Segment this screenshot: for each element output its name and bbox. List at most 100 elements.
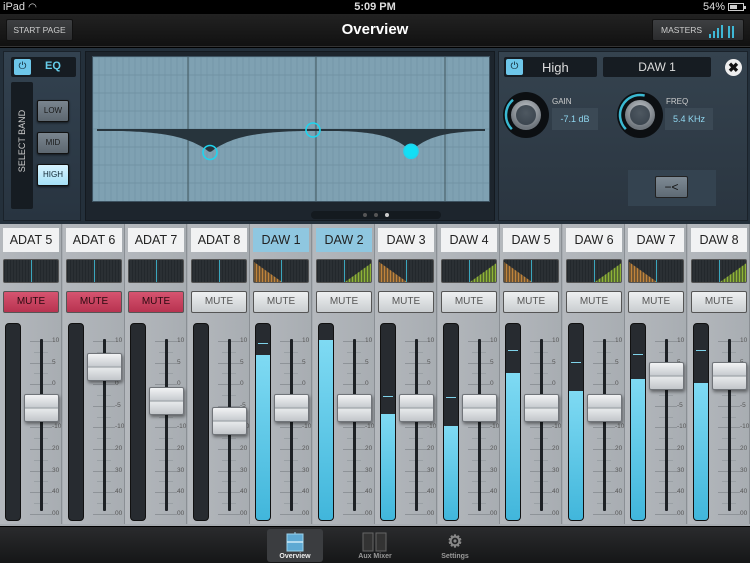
pan-control[interactable] [378,259,434,283]
scale-label: 20 [177,445,185,452]
band-mid-button[interactable]: MID [37,132,69,154]
fader-handle[interactable] [712,361,747,390]
fader-handle[interactable] [649,361,684,390]
mute-button[interactable]: MUTE [503,291,559,313]
pan-control[interactable] [503,259,559,283]
channel-name-button[interactable]: ADAT 5 [3,228,59,252]
scale-label: 20 [115,445,123,452]
mute-button[interactable]: MUTE [128,291,184,313]
title-bar: START PAGE Overview MASTERS [0,14,750,47]
mute-button[interactable]: MUTE [316,291,372,313]
mute-button[interactable]: MUTE [191,291,247,313]
pan-control[interactable] [691,259,747,283]
channel-name-button[interactable]: DAW 2 [316,228,372,252]
channel-name-button[interactable]: DAW 3 [378,228,434,252]
level-meter [380,323,396,521]
fader-handle[interactable] [87,352,122,381]
meter-level [631,378,645,520]
tab-overview-label: Overview [279,553,311,560]
fader-handle[interactable] [587,393,622,422]
mute-button[interactable]: MUTE [441,291,497,313]
fader-handle[interactable] [274,393,309,422]
fader-track [290,339,293,511]
scale-label: 40 [52,488,60,496]
fader-handle[interactable] [212,406,247,435]
masters-button[interactable]: MASTERS [652,19,744,41]
band-power-button[interactable]: ⏻ [506,59,523,75]
channel-name-button[interactable]: DAW 4 [441,228,497,252]
tab-aux-mixer-label: Aux Mixer [358,553,392,560]
pan-control[interactable] [316,259,372,283]
scale-label: 30 [240,466,248,474]
band-editor: ⏻ High DAW 1 ✖ GAIN -7.1 dB FREQ 5.4 KHz… [498,51,748,221]
tab-overview[interactable]: Overview [267,529,323,562]
mute-button[interactable]: MUTE [3,291,59,313]
channel-name-button[interactable]: DAW 7 [628,228,684,252]
select-band-label: SELECT BAND [17,109,27,173]
channel-strip: DAW 2 MUTE 1050-5-1020304000 [313,224,375,524]
pan-control[interactable] [3,259,59,283]
freq-label: FREQ [666,97,689,106]
pan-control[interactable] [128,259,184,283]
pan-control[interactable] [191,259,247,283]
gain-knob[interactable] [503,92,549,138]
meter-peak-hold [633,354,643,356]
scale-label: 5 [240,358,244,366]
pan-control[interactable] [253,259,309,283]
page-dot-2[interactable] [374,213,378,217]
close-icon[interactable]: ✖ [725,59,742,76]
page-dot-3[interactable] [385,213,389,217]
scale-label: 30 [615,466,623,474]
scale-label: 00 [552,509,560,517]
mute-button[interactable]: MUTE [691,291,747,313]
power-icon: ⏻ [510,61,519,72]
tab-settings[interactable]: ⚙ Settings [427,529,483,562]
pan-control[interactable] [566,259,622,283]
page-dot-1[interactable] [363,213,367,217]
channel-strip: DAW 5MUTE1050-5-1020304000 [500,224,562,524]
channel-name-button[interactable]: DAW 8 [691,228,747,252]
scale-label: 5 [52,358,56,366]
scale-label: 30 [115,466,123,474]
mute-button[interactable]: MUTE [253,291,309,313]
scale-label: 0 [427,380,431,388]
shelf-filter-icon[interactable]: −< [655,176,688,198]
mute-button[interactable]: MUTE [628,291,684,313]
fader-handle[interactable] [524,393,559,422]
channel-name-button[interactable]: ADAT 8 [191,228,247,252]
scale-label: 40 [115,488,123,496]
channel-name-button[interactable]: DAW 6 [566,228,622,252]
fader-handle[interactable] [337,393,372,422]
fader-handle[interactable] [462,393,497,422]
band-low-button[interactable]: LOW [37,100,69,122]
filter-type-box: −< [628,170,716,206]
eq-band-handle-high[interactable] [403,143,419,160]
pan-control[interactable] [441,259,497,283]
mute-button[interactable]: MUTE [66,291,122,313]
scale-label: 00 [302,509,310,517]
scale-label: 20 [302,445,310,452]
scale-label: 30 [552,466,560,474]
fader-handle[interactable] [399,393,434,422]
pan-control[interactable] [66,259,122,283]
channel-name-button[interactable]: ADAT 6 [66,228,122,252]
pan-control[interactable] [628,259,684,283]
channel-name-button[interactable]: DAW 1 [253,228,309,252]
band-high-button[interactable]: HIGH [37,164,69,186]
channel-strip: DAW 6MUTE1050-5-1020304000 [563,224,625,524]
mute-button[interactable]: MUTE [378,291,434,313]
fader-scale: 1050-5-1020304000 [338,337,374,517]
scale-label: 00 [740,509,748,517]
scale-label: 30 [365,466,373,474]
channel-name-button[interactable]: DAW 5 [503,228,559,252]
eq-power-button[interactable]: ⏻ [14,59,31,75]
fader-handle[interactable] [149,387,184,416]
channel-name-button[interactable]: ADAT 7 [128,228,184,252]
freq-knob[interactable] [617,92,663,138]
mute-button[interactable]: MUTE [566,291,622,313]
fader-handle[interactable] [24,393,59,422]
fader-track [603,339,606,511]
eq-graph[interactable] [92,56,490,202]
scale-label: 10 [52,337,60,344]
tab-aux-mixer[interactable]: Aux Mixer [347,529,403,562]
